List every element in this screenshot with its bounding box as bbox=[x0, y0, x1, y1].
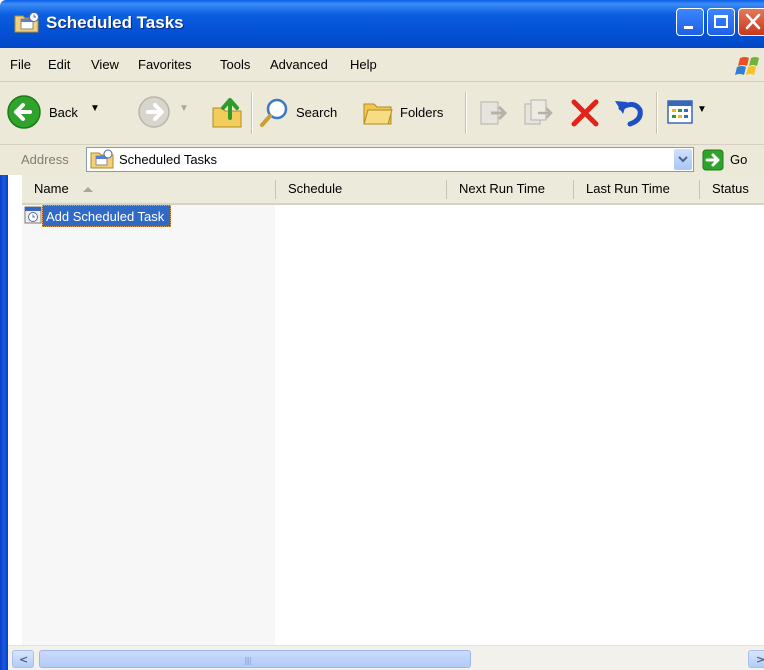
address-input[interactable]: Scheduled Tasks bbox=[86, 147, 694, 172]
column-status-label: Status bbox=[712, 181, 749, 196]
minimize-icon bbox=[684, 26, 693, 29]
scroll-right-button[interactable]: > bbox=[748, 650, 764, 668]
column-last-run-label: Last Run Time bbox=[586, 181, 670, 196]
column-header-last-run-time[interactable]: Last Run Time bbox=[574, 175, 699, 203]
close-button[interactable] bbox=[738, 8, 764, 36]
folders-button[interactable]: Folders bbox=[360, 94, 456, 130]
menu-tools[interactable]: Tools bbox=[220, 57, 250, 72]
standard-toolbar: Back ▼ ▼ Search Folders ▼ bbox=[0, 82, 764, 145]
folders-label: Folders bbox=[400, 105, 444, 120]
back-arrow-icon bbox=[7, 95, 41, 129]
window-title: Scheduled Tasks bbox=[46, 13, 184, 32]
views-button[interactable]: ▼ bbox=[666, 98, 712, 128]
folders-icon bbox=[363, 103, 393, 125]
menu-favorites[interactable]: Favorites bbox=[138, 57, 191, 72]
go-label: Go bbox=[730, 152, 748, 167]
maximize-button[interactable] bbox=[707, 8, 735, 36]
column-header-status[interactable]: Status bbox=[700, 175, 764, 203]
move-to-icon[interactable] bbox=[476, 96, 510, 130]
forward-dropdown-icon: ▼ bbox=[179, 103, 189, 114]
column-header-row: Name Schedule Next Run Time Last Run Tim… bbox=[22, 175, 764, 205]
chevron-down-icon bbox=[678, 156, 688, 163]
scroll-left-icon: < bbox=[19, 653, 29, 666]
menu-bar: File Edit View Favorites Tools Advanced … bbox=[0, 48, 764, 82]
task-list: Add Scheduled Task bbox=[22, 205, 764, 645]
go-arrow-icon bbox=[702, 149, 724, 171]
address-value: Scheduled Tasks bbox=[119, 152, 218, 167]
column-schedule-label: Schedule bbox=[288, 181, 343, 196]
maximize-icon bbox=[714, 15, 728, 28]
horizontal-scrollbar[interactable]: < |||| > bbox=[8, 645, 764, 670]
go-button[interactable]: Go bbox=[702, 148, 762, 172]
scheduled-tasks-address-icon bbox=[90, 149, 114, 169]
menu-advanced[interactable]: Advanced bbox=[270, 57, 328, 72]
back-label: Back bbox=[49, 105, 78, 120]
views-icon bbox=[667, 100, 693, 124]
windows-logo-icon bbox=[735, 57, 759, 75]
back-dropdown-icon[interactable]: ▼ bbox=[90, 103, 100, 114]
add-task-icon bbox=[24, 206, 42, 224]
list-item-label: Add Scheduled Task bbox=[42, 205, 172, 227]
menu-edit[interactable]: Edit bbox=[48, 57, 70, 72]
undo-icon[interactable] bbox=[612, 96, 646, 130]
scrollbar-thumb[interactable]: |||| bbox=[39, 650, 471, 668]
address-dropdown-button[interactable] bbox=[674, 149, 692, 170]
list-left-margin bbox=[8, 175, 22, 645]
forward-arrow-icon bbox=[138, 96, 170, 128]
menu-help[interactable]: Help bbox=[350, 57, 377, 72]
views-dropdown-icon: ▼ bbox=[697, 104, 707, 115]
address-bar: Address Scheduled Tasks Go bbox=[0, 145, 764, 175]
column-next-run-label: Next Run Time bbox=[459, 181, 545, 196]
column-header-schedule[interactable]: Schedule bbox=[276, 175, 446, 203]
column-header-name[interactable]: Name bbox=[22, 175, 275, 203]
close-icon bbox=[745, 13, 761, 30]
explorer-window: Scheduled Tasks File Edit View Favorites… bbox=[0, 0, 764, 670]
delete-icon[interactable] bbox=[568, 96, 602, 130]
search-icon bbox=[260, 98, 288, 127]
window-left-border bbox=[0, 175, 8, 670]
scroll-right-icon: > bbox=[756, 653, 764, 666]
scroll-grip-icon: |||| bbox=[244, 656, 252, 665]
sort-ascending-icon bbox=[83, 187, 94, 192]
menu-file[interactable]: File bbox=[10, 57, 31, 72]
column-header-next-run-time[interactable]: Next Run Time bbox=[447, 175, 573, 203]
up-folder-icon[interactable] bbox=[210, 94, 244, 130]
back-button[interactable]: Back ▼ bbox=[6, 94, 130, 130]
scroll-left-button[interactable]: < bbox=[12, 650, 34, 668]
minimize-button[interactable] bbox=[676, 8, 704, 36]
search-button[interactable]: Search bbox=[258, 94, 352, 130]
copy-to-icon[interactable] bbox=[520, 96, 554, 130]
title-bar[interactable]: Scheduled Tasks bbox=[0, 0, 764, 48]
menu-view[interactable]: View bbox=[91, 57, 119, 72]
scheduled-tasks-folder-icon bbox=[14, 12, 39, 33]
address-label: Address bbox=[21, 152, 69, 167]
forward-button[interactable]: ▼ bbox=[136, 94, 196, 130]
search-label: Search bbox=[296, 105, 338, 120]
column-name-label: Name bbox=[34, 181, 69, 196]
